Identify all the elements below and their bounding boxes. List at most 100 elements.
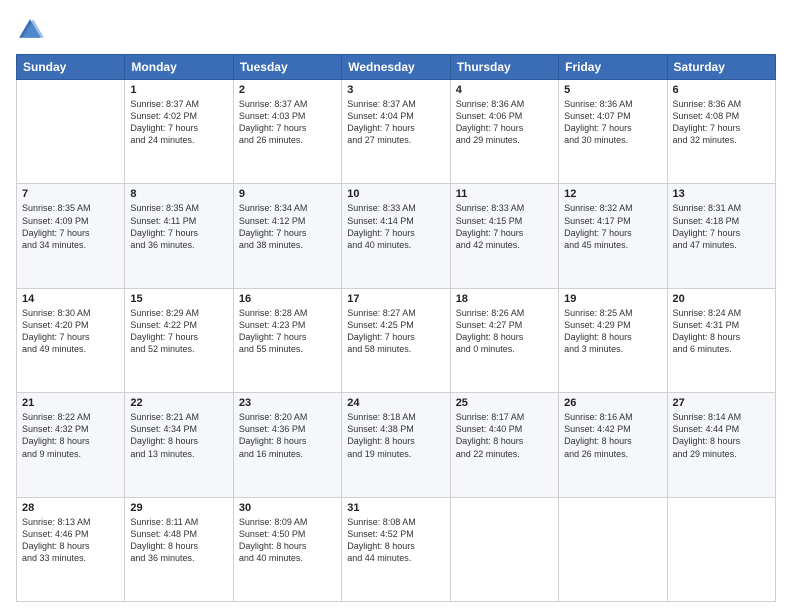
header	[16, 16, 776, 44]
day-number: 1	[130, 84, 227, 96]
day-info: Sunrise: 8:22 AM Sunset: 4:32 PM Dayligh…	[22, 411, 119, 460]
day-info: Sunrise: 8:17 AM Sunset: 4:40 PM Dayligh…	[456, 411, 553, 460]
day-info: Sunrise: 8:27 AM Sunset: 4:25 PM Dayligh…	[347, 307, 444, 356]
calendar-cell: 15Sunrise: 8:29 AM Sunset: 4:22 PM Dayli…	[125, 288, 233, 392]
day-number: 13	[673, 188, 770, 200]
day-info: Sunrise: 8:11 AM Sunset: 4:48 PM Dayligh…	[130, 516, 227, 565]
weekday-thursday: Thursday	[450, 55, 558, 80]
calendar-cell: 11 Sunrise: 8:33 AM Sunset: 4:15 PM Dayli…	[450, 184, 558, 288]
day-number: 21	[22, 397, 119, 409]
calendar-cell: 17 Sunrise: 8:27 AM Sunset: 4:25 PM Dayli…	[342, 288, 450, 392]
calendar-cell: 4Sunrise: 8:36 AM Sunset: 4:06 PM Daylig…	[450, 80, 558, 184]
day-number: 7	[22, 188, 119, 200]
week-row-2: 7 Sunrise: 8:35 AM Sunset: 4:09 PM Daylig…	[17, 184, 776, 288]
day-number: 26	[564, 397, 661, 409]
calendar-cell: 20 Sunrise: 8:24 AM Sunset: 4:31 PM Dayli…	[667, 288, 775, 392]
day-info: Sunrise: 8:26 AM Sunset: 4:27 PM Dayligh…	[456, 307, 553, 356]
calendar-cell: 16Sunrise: 8:28 AM Sunset: 4:23 PM Dayli…	[233, 288, 341, 392]
day-info: Sunrise: 8:09 AM Sunset: 4:50 PM Dayligh…	[239, 516, 336, 565]
calendar-cell: 22 Sunrise: 8:21 AM Sunset: 4:34 PM Dayli…	[125, 393, 233, 497]
weekday-wednesday: Wednesday	[342, 55, 450, 80]
calendar-cell: 6 Sunrise: 8:36 AM Sunset: 4:08 PM Daylig…	[667, 80, 775, 184]
day-number: 15	[130, 293, 227, 305]
day-info: Sunrise: 8:31 AM Sunset: 4:18 PM Dayligh…	[673, 202, 770, 251]
calendar-cell: 19 Sunrise: 8:25 AM Sunset: 4:29 PM Dayli…	[559, 288, 667, 392]
week-row-4: 21 Sunrise: 8:22 AM Sunset: 4:32 PM Dayli…	[17, 393, 776, 497]
week-row-1: 1 Sunrise: 8:37 AM Sunset: 4:02 PM Daylig…	[17, 80, 776, 184]
calendar-cell: 30Sunrise: 8:09 AM Sunset: 4:50 PM Dayli…	[233, 497, 341, 601]
calendar-cell: 13 Sunrise: 8:31 AM Sunset: 4:18 PM Dayli…	[667, 184, 775, 288]
day-info: Sunrise: 8:24 AM Sunset: 4:31 PM Dayligh…	[673, 307, 770, 356]
day-number: 27	[673, 397, 770, 409]
day-info: Sunrise: 8:36 AM Sunset: 4:06 PM Dayligh…	[456, 98, 553, 147]
calendar-cell: 25 Sunrise: 8:17 AM Sunset: 4:40 PM Dayli…	[450, 393, 558, 497]
day-info: Sunrise: 8:32 AM Sunset: 4:17 PM Dayligh…	[564, 202, 661, 251]
day-number: 11	[456, 188, 553, 200]
day-number: 10	[347, 188, 444, 200]
calendar-cell: 14 Sunrise: 8:30 AM Sunset: 4:20 PM Dayli…	[17, 288, 125, 392]
calendar-cell: 21 Sunrise: 8:22 AM Sunset: 4:32 PM Dayli…	[17, 393, 125, 497]
day-number: 18	[456, 293, 553, 305]
calendar-cell: 2 Sunrise: 8:37 AM Sunset: 4:03 PM Daylig…	[233, 80, 341, 184]
day-info: Sunrise: 8:36 AM Sunset: 4:07 PM Dayligh…	[564, 98, 661, 147]
day-info: Sunrise: 8:08 AM Sunset: 4:52 PM Dayligh…	[347, 516, 444, 565]
day-number: 5	[564, 84, 661, 96]
calendar-cell: 28 Sunrise: 8:13 AM Sunset: 4:46 PM Dayli…	[17, 497, 125, 601]
week-row-3: 14 Sunrise: 8:30 AM Sunset: 4:20 PM Dayli…	[17, 288, 776, 392]
calendar-cell: 26 Sunrise: 8:16 AM Sunset: 4:42 PM Dayli…	[559, 393, 667, 497]
day-info: Sunrise: 8:35 AM Sunset: 4:09 PM Dayligh…	[22, 202, 119, 251]
weekday-monday: Monday	[125, 55, 233, 80]
day-number: 3	[347, 84, 444, 96]
day-number: 29	[130, 502, 227, 514]
day-number: 2	[239, 84, 336, 96]
calendar-cell	[450, 497, 558, 601]
day-number: 6	[673, 84, 770, 96]
day-number: 17	[347, 293, 444, 305]
calendar-cell: 18 Sunrise: 8:26 AM Sunset: 4:27 PM Dayli…	[450, 288, 558, 392]
day-number: 9	[239, 188, 336, 200]
calendar-cell: 29 Sunrise: 8:11 AM Sunset: 4:48 PM Dayli…	[125, 497, 233, 601]
day-info: Sunrise: 8:20 AM Sunset: 4:36 PM Dayligh…	[239, 411, 336, 460]
day-number: 22	[130, 397, 227, 409]
calendar-cell: 12Sunrise: 8:32 AM Sunset: 4:17 PM Dayli…	[559, 184, 667, 288]
day-number: 8	[130, 188, 227, 200]
weekday-friday: Friday	[559, 55, 667, 80]
day-info: Sunrise: 8:25 AM Sunset: 4:29 PM Dayligh…	[564, 307, 661, 356]
day-info: Sunrise: 8:35 AM Sunset: 4:11 PM Dayligh…	[130, 202, 227, 251]
calendar-cell: 23 Sunrise: 8:20 AM Sunset: 4:36 PM Dayli…	[233, 393, 341, 497]
day-info: Sunrise: 8:36 AM Sunset: 4:08 PM Dayligh…	[673, 98, 770, 147]
calendar-cell: 31 Sunrise: 8:08 AM Sunset: 4:52 PM Dayli…	[342, 497, 450, 601]
weekday-tuesday: Tuesday	[233, 55, 341, 80]
day-info: Sunrise: 8:21 AM Sunset: 4:34 PM Dayligh…	[130, 411, 227, 460]
day-number: 23	[239, 397, 336, 409]
day-number: 16	[239, 293, 336, 305]
calendar-cell	[667, 497, 775, 601]
calendar-cell: 7 Sunrise: 8:35 AM Sunset: 4:09 PM Daylig…	[17, 184, 125, 288]
day-number: 24	[347, 397, 444, 409]
day-info: Sunrise: 8:37 AM Sunset: 4:04 PM Dayligh…	[347, 98, 444, 147]
day-number: 31	[347, 502, 444, 514]
day-info: Sunrise: 8:16 AM Sunset: 4:42 PM Dayligh…	[564, 411, 661, 460]
calendar-table: SundayMondayTuesdayWednesdayThursdayFrid…	[16, 54, 776, 602]
day-info: Sunrise: 8:37 AM Sunset: 4:02 PM Dayligh…	[130, 98, 227, 147]
day-info: Sunrise: 8:37 AM Sunset: 4:03 PM Dayligh…	[239, 98, 336, 147]
week-row-5: 28 Sunrise: 8:13 AM Sunset: 4:46 PM Dayli…	[17, 497, 776, 601]
day-number: 20	[673, 293, 770, 305]
day-info: Sunrise: 8:13 AM Sunset: 4:46 PM Dayligh…	[22, 516, 119, 565]
calendar-cell	[559, 497, 667, 601]
day-info: Sunrise: 8:14 AM Sunset: 4:44 PM Dayligh…	[673, 411, 770, 460]
day-number: 14	[22, 293, 119, 305]
page: SundayMondayTuesdayWednesdayThursdayFrid…	[0, 0, 792, 612]
day-info: Sunrise: 8:30 AM Sunset: 4:20 PM Dayligh…	[22, 307, 119, 356]
day-number: 25	[456, 397, 553, 409]
day-info: Sunrise: 8:34 AM Sunset: 4:12 PM Dayligh…	[239, 202, 336, 251]
day-info: Sunrise: 8:18 AM Sunset: 4:38 PM Dayligh…	[347, 411, 444, 460]
calendar-cell: 10 Sunrise: 8:33 AM Sunset: 4:14 PM Dayli…	[342, 184, 450, 288]
day-info: Sunrise: 8:33 AM Sunset: 4:14 PM Dayligh…	[347, 202, 444, 251]
day-number: 28	[22, 502, 119, 514]
day-number: 19	[564, 293, 661, 305]
calendar-cell: 5 Sunrise: 8:36 AM Sunset: 4:07 PM Daylig…	[559, 80, 667, 184]
logo	[16, 16, 48, 44]
day-info: Sunrise: 8:33 AM Sunset: 4:15 PM Dayligh…	[456, 202, 553, 251]
calendar-cell: 9 Sunrise: 8:34 AM Sunset: 4:12 PM Daylig…	[233, 184, 341, 288]
